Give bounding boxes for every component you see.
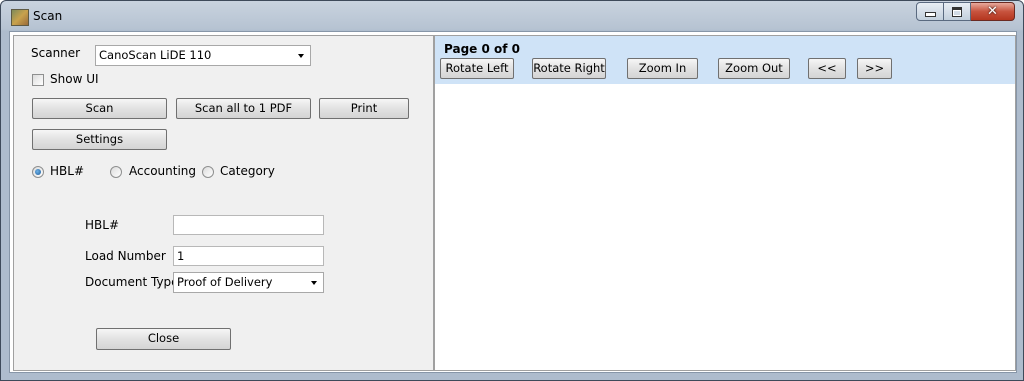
radio-category-label: Category — [220, 164, 275, 178]
chevron-down-icon — [298, 54, 304, 58]
document-type-select[interactable]: Proof of Delivery — [173, 272, 324, 293]
load-number-input[interactable]: 1 — [173, 246, 324, 266]
settings-button[interactable]: Settings — [32, 129, 167, 150]
document-type-value: Proof of Delivery — [177, 275, 273, 289]
rotate-left-button[interactable]: Rotate Left — [440, 58, 514, 79]
hbl-input[interactable] — [173, 215, 324, 235]
minimize-icon — [924, 11, 936, 17]
scan-button[interactable]: Scan — [32, 98, 167, 119]
close-icon: ✕ — [987, 4, 998, 19]
window-title: Scan — [33, 9, 63, 23]
scanner-select-value: CanoScan LiDE 110 — [99, 48, 212, 62]
window-controls: ✕ — [916, 2, 1015, 21]
zoom-in-button[interactable]: Zoom In — [627, 58, 698, 79]
previous-page-button[interactable]: << — [808, 58, 846, 79]
maximize-button[interactable] — [944, 2, 971, 21]
scanner-app-icon — [11, 9, 29, 26]
scan-window: Scan ✕ Scanner CanoScan LiDE 110 Show UI… — [0, 0, 1024, 381]
hbl-field-label: HBL# — [85, 218, 119, 232]
close-window-button[interactable]: ✕ — [971, 2, 1015, 21]
show-ui-checkbox[interactable] — [32, 74, 44, 86]
next-page-button[interactable]: >> — [857, 58, 892, 79]
viewer-toolbar: Page 0 of 0 Rotate Left Rotate Right Zoo… — [435, 36, 1015, 84]
radio-accounting[interactable] — [110, 166, 122, 178]
chevron-down-icon — [311, 281, 317, 285]
page-preview-area[interactable] — [435, 84, 1015, 370]
scanner-label: Scanner — [31, 46, 81, 60]
document-type-label: Document Type — [85, 275, 179, 289]
rotate-right-button[interactable]: Rotate Right — [532, 58, 606, 79]
scanner-select[interactable]: CanoScan LiDE 110 — [95, 45, 311, 66]
minimize-button[interactable] — [916, 2, 944, 21]
radio-category[interactable] — [202, 166, 214, 178]
load-number-label: Load Number — [85, 249, 166, 263]
scan-all-to-pdf-button[interactable]: Scan all to 1 PDF — [176, 98, 311, 119]
page-indicator: Page 0 of 0 — [444, 42, 520, 56]
close-button[interactable]: Close — [96, 328, 231, 350]
radio-hbl-label: HBL# — [50, 164, 84, 178]
show-ui-label: Show UI — [50, 72, 99, 86]
radio-accounting-label: Accounting — [129, 164, 197, 178]
document-viewer-panel: Page 0 of 0 Rotate Left Rotate Right Zoo… — [434, 35, 1016, 371]
print-button[interactable]: Print — [319, 98, 409, 119]
radio-hbl[interactable] — [32, 166, 44, 178]
title-bar[interactable]: Scan ✕ — [1, 1, 1023, 31]
maximize-icon — [952, 6, 962, 17]
scan-options-panel: Scanner CanoScan LiDE 110 Show UI Scan S… — [13, 35, 434, 371]
zoom-out-button[interactable]: Zoom Out — [718, 58, 790, 79]
client-area: Scanner CanoScan LiDE 110 Show UI Scan S… — [9, 31, 1017, 373]
